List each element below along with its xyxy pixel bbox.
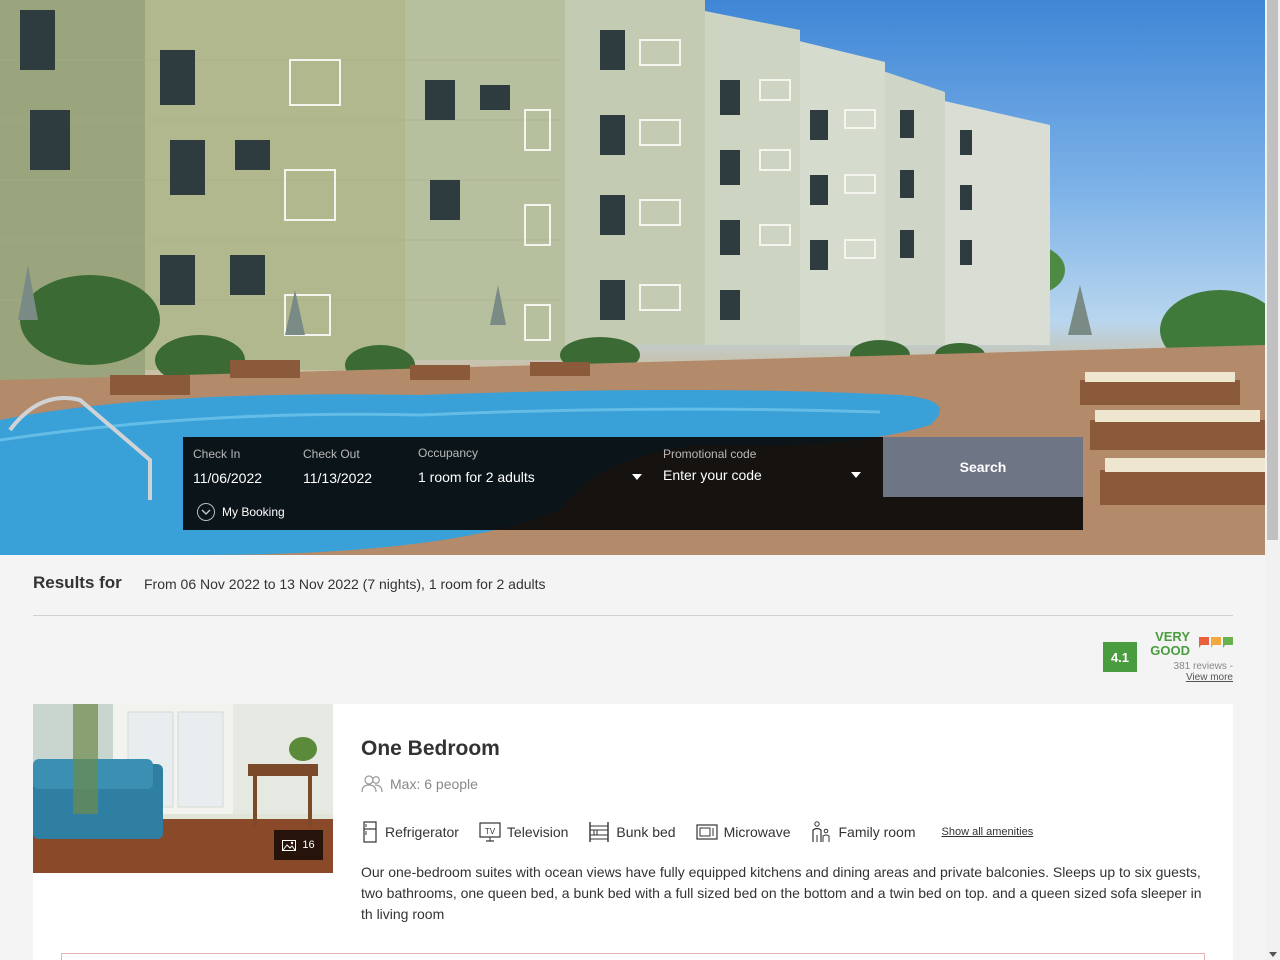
room-title: One Bedroom [361,737,500,760]
check-out-label: Check Out [303,447,360,461]
people-icon [361,775,383,793]
reviews-info: 381 reviews - View more [1130,661,1233,683]
reviews-count: 381 reviews - [1173,661,1233,672]
view-more-link[interactable]: View more [1130,672,1233,683]
rating-word-line2: GOOD [1150,643,1190,658]
amenity-label: Microwave [723,824,791,840]
room-card: 16 One Bedroom Max: 6 people Refrigerato… [33,704,1233,960]
amenity-label: Refrigerator [385,824,459,840]
rating-word-line1: VERY [1155,629,1190,644]
room-description: Our one-bedroom suites with ocean views … [361,864,1202,922]
results-summary: From 06 Nov 2022 to 13 Nov 2022 (7 night… [144,576,546,592]
television-icon: TV [479,822,501,842]
chevron-down-circle-icon [197,503,215,521]
chevron-down-icon[interactable] [851,472,861,478]
booking-bar: Check In 11/06/2022 Check Out 11/13/2022… [183,437,1083,530]
check-in-field[interactable]: Check In 11/06/2022 [193,437,293,497]
amenity-microwave: Microwave [695,823,791,841]
rating-flags [1199,637,1233,648]
max-occupancy: Max: 6 people [361,775,478,793]
amenity-bunk-bed: Bunk bed [588,821,676,843]
bunk-bed-icon [589,822,610,842]
results-title: Results for [33,573,122,592]
occupancy-select[interactable]: Occupancy 1 room for 2 adults [418,437,643,497]
amenity-label: Television [506,824,569,840]
amenity-television: TV Television [479,822,568,842]
my-booking-label: My Booking [222,505,285,519]
room-photo[interactable]: 16 [33,704,333,873]
refrigerator-icon [363,821,377,843]
max-people-text: Max: 6 people [390,776,478,792]
occupancy-label: Occupancy [418,446,479,460]
flag-icon [1223,637,1233,648]
promo-code-input[interactable]: Enter your code [663,467,762,483]
check-in-value[interactable]: 11/06/2022 [193,470,262,486]
amenity-family-room: Family room [810,821,916,843]
page-scrollbar[interactable] [1265,0,1280,960]
my-booking-link[interactable]: My Booking [197,503,285,521]
family-room-icon [812,821,830,842]
image-gallery-icon [282,839,297,851]
search-button[interactable]: Search [883,437,1083,497]
photo-count-badge[interactable]: 16 [274,830,323,860]
divider [33,615,1233,616]
amenities-list: Refrigerator TV Television Bunk bed Micr… [361,821,1033,843]
scrollbar-thumb[interactable] [1267,0,1278,540]
flag-icon [1199,637,1209,648]
amenity-label: Bunk bed [616,824,676,840]
check-out-field[interactable]: Check Out 11/13/2022 [303,437,403,497]
show-all-amenities-link[interactable]: Show all amenities [942,826,1034,838]
promo-code-field[interactable]: Promotional code Enter your code [663,437,868,497]
check-in-label: Check In [193,447,241,461]
amenity-label: Family room [838,824,916,840]
flag-icon [1211,637,1221,648]
photo-count: 16 [302,839,315,851]
chevron-down-icon[interactable] [632,474,642,480]
microwave-icon [695,824,718,840]
check-out-value[interactable]: 11/13/2022 [303,470,372,486]
rating-word: VERY GOOD [1143,630,1190,658]
promo-code-label: Promotional code [663,447,757,461]
occupancy-value[interactable]: 1 room for 2 adults [418,469,535,485]
svg-text:TV: TV [485,827,496,836]
scroll-down-arrow-icon[interactable] [1269,952,1277,957]
amenity-refrigerator: Refrigerator [361,821,459,843]
rate-option-box [61,953,1205,960]
